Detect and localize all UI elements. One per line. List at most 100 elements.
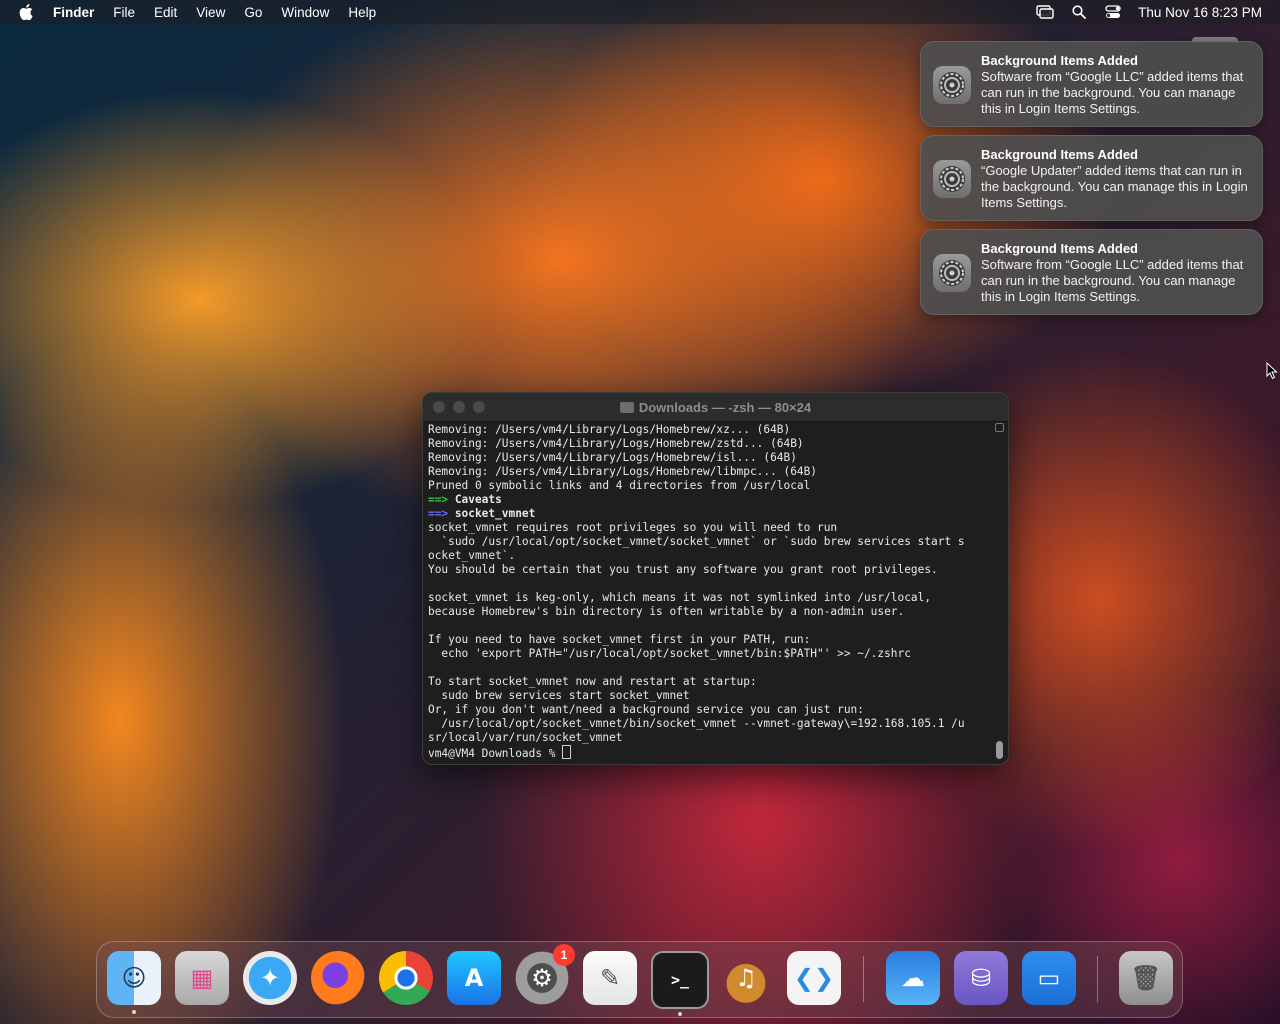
system-settings-icon-glyph: ⚙ — [531, 964, 553, 992]
screen-mirroring-icon[interactable] — [1036, 4, 1054, 20]
terminal-icon-glyph: >_ — [670, 971, 690, 989]
firefox-icon[interactable] — [311, 951, 365, 1005]
brew-heading: Caveats — [448, 493, 502, 506]
app-store-icon-glyph: A — [464, 964, 484, 992]
terminal-line: vm4@VM4 Downloads % — [428, 745, 988, 760]
terminal-line: Or, if you don't want/need a background … — [428, 703, 864, 716]
menu-view[interactable]: View — [196, 5, 225, 20]
finder-icon[interactable]: ☺ — [107, 951, 161, 1014]
zoom-window-button[interactable] — [473, 401, 485, 413]
spotlight-search-icon[interactable] — [1070, 4, 1088, 20]
terminal-line: Removing: /Users/vm4/Library/Logs/Homebr… — [428, 465, 818, 478]
system-settings-gear-icon — [933, 160, 971, 198]
notification-title: Background Items Added — [981, 147, 1138, 162]
keynote-icon[interactable]: ▭ — [1022, 951, 1076, 1005]
control-center-icon[interactable] — [1104, 4, 1122, 20]
menu-window[interactable]: Window — [281, 5, 329, 20]
notification-title: Background Items Added — [981, 241, 1138, 256]
terminal-line: Removing: /Users/vm4/Library/Logs/Homebr… — [428, 437, 804, 450]
chrome-icon[interactable] — [379, 951, 433, 1005]
terminal-line: You should be certain that you trust any… — [428, 563, 938, 576]
terminal-icon[interactable]: >_ — [651, 951, 709, 1016]
close-window-button[interactable] — [433, 401, 445, 413]
garageband-icon[interactable]: ♫ — [719, 951, 773, 1005]
safari-icon-glyph: ✦ — [259, 964, 281, 992]
terminal-line: ==> Caveats — [428, 493, 988, 507]
trash-icon[interactable]: 🗑 — [1119, 951, 1173, 1005]
brew-heading: socket_vmnet — [448, 507, 536, 520]
app-name-menu[interactable]: Finder — [53, 5, 94, 20]
terminal-output[interactable]: Removing: /Users/vm4/Library/Logs/Homebr… — [428, 423, 988, 761]
vscode-icon[interactable]: ❮❯ — [787, 951, 841, 1005]
terminal-line: socket_vmnet is keg-only, which means it… — [428, 591, 932, 604]
menu-file[interactable]: File — [113, 5, 135, 20]
terminal-line: To start socket_vmnet now and restart at… — [428, 675, 757, 688]
terminal-line: ==> socket_vmnet — [428, 507, 988, 521]
terminal-line: sudo brew services start socket_vmnet — [428, 689, 690, 702]
brew-arrow: ==> — [428, 493, 449, 506]
finder-icon-glyph: ☺ — [121, 964, 147, 992]
notification-card[interactable]: Background Items Added Software from “Go… — [920, 229, 1263, 315]
terminal-line: echo 'export PATH="/usr/local/opt/socket… — [428, 647, 911, 660]
menu-go[interactable]: Go — [244, 5, 262, 20]
trash-icon-glyph: 🗑 — [1130, 964, 1162, 992]
terminal-line: ocket_vmnet`. — [428, 549, 516, 562]
terminal-line: socket_vmnet requires root privileges so… — [428, 521, 838, 534]
terminal-line: If you need to have socket_vmnet first i… — [428, 633, 811, 646]
brew-arrow: ==> — [428, 507, 449, 520]
textedit-icon-glyph: ✎ — [599, 964, 621, 992]
terminal-titlebar[interactable]: Downloads — -zsh — 80×24 — [423, 393, 1008, 422]
notification-body: Software from “Google LLC” added items t… — [981, 257, 1244, 304]
launchpad-icon[interactable]: ▦ — [175, 951, 229, 1005]
menu-bar: Finder File Edit View Go Window Help Thu… — [0, 0, 1280, 24]
vscode-icon-glyph: ❮❯ — [793, 964, 835, 992]
disk-utility-icon[interactable]: ⛁ — [954, 951, 1008, 1005]
disk-utility-icon-glyph: ⛁ — [970, 964, 992, 992]
terminal-cursor — [562, 745, 572, 759]
terminal-line: Pruned 0 symbolic links and 4 directorie… — [428, 479, 811, 492]
folder-icon — [619, 401, 634, 413]
terminal-title: Downloads — -zsh — 80×24 — [638, 399, 812, 415]
dock-separator — [1097, 956, 1098, 1002]
running-indicator — [132, 1010, 136, 1014]
terminal-line: because Homebrew's bin directory is ofte… — [428, 605, 905, 618]
running-indicator — [678, 1012, 682, 1016]
terminal-line: `sudo /usr/local/opt/socket_vmnet/socket… — [428, 535, 965, 548]
notification-body: “Google Updater” added items that can ru… — [981, 163, 1248, 210]
terminal-line: Removing: /Users/vm4/Library/Logs/Homebr… — [428, 423, 791, 436]
scrollbar-top-button[interactable] — [995, 423, 1004, 432]
launchpad-icon-glyph: ▦ — [190, 964, 214, 992]
terminal-line: Removing: /Users/vm4/Library/Logs/Homebr… — [428, 451, 797, 464]
notification-card[interactable]: Background Items Added Software from “Go… — [920, 41, 1263, 127]
terminal-window[interactable]: Downloads — -zsh — 80×24 Removing: /User… — [422, 392, 1009, 765]
system-settings-gear-icon — [933, 66, 971, 104]
weather-icon-glyph: ☁ — [901, 964, 925, 992]
notification-body: Software from “Google LLC” added items t… — [981, 69, 1244, 116]
terminal-scrollbar[interactable] — [995, 423, 1005, 759]
app-store-icon[interactable]: A — [447, 951, 501, 1005]
weather-icon[interactable]: ☁ — [886, 951, 940, 1005]
safari-icon[interactable]: ✦ — [243, 951, 297, 1005]
minimize-window-button[interactable] — [453, 401, 465, 413]
dock: ☺ ▦ ✦ A ⚙ 1 ✎ >_ ♫ ❮❯ ☁ ⛁ ▭ 🗑 — [96, 941, 1183, 1018]
menu-clock[interactable]: Thu Nov 16 8:23 PM — [1138, 5, 1262, 20]
dock-separator — [863, 956, 864, 1002]
mouse-pointer-icon — [1266, 361, 1278, 385]
terminal-line: /usr/local/opt/socket_vmnet/bin/socket_v… — [428, 717, 965, 730]
notification-badge: 1 — [553, 944, 575, 966]
notification-title: Background Items Added — [981, 53, 1138, 68]
garageband-icon-glyph: ♫ — [735, 964, 757, 992]
apple-menu-icon[interactable] — [18, 4, 34, 20]
menu-help[interactable]: Help — [348, 5, 376, 20]
menu-edit[interactable]: Edit — [154, 5, 177, 20]
system-settings-icon[interactable]: ⚙ 1 — [515, 944, 575, 1005]
textedit-icon[interactable]: ✎ — [583, 951, 637, 1005]
notification-card[interactable]: Background Items Added “Google Updater” … — [920, 135, 1263, 221]
keynote-icon-glyph: ▭ — [1037, 964, 1061, 992]
system-settings-gear-icon — [933, 254, 971, 292]
scrollbar-thumb[interactable] — [996, 741, 1003, 759]
terminal-line: sr/local/var/run/socket_vmnet — [428, 731, 623, 744]
